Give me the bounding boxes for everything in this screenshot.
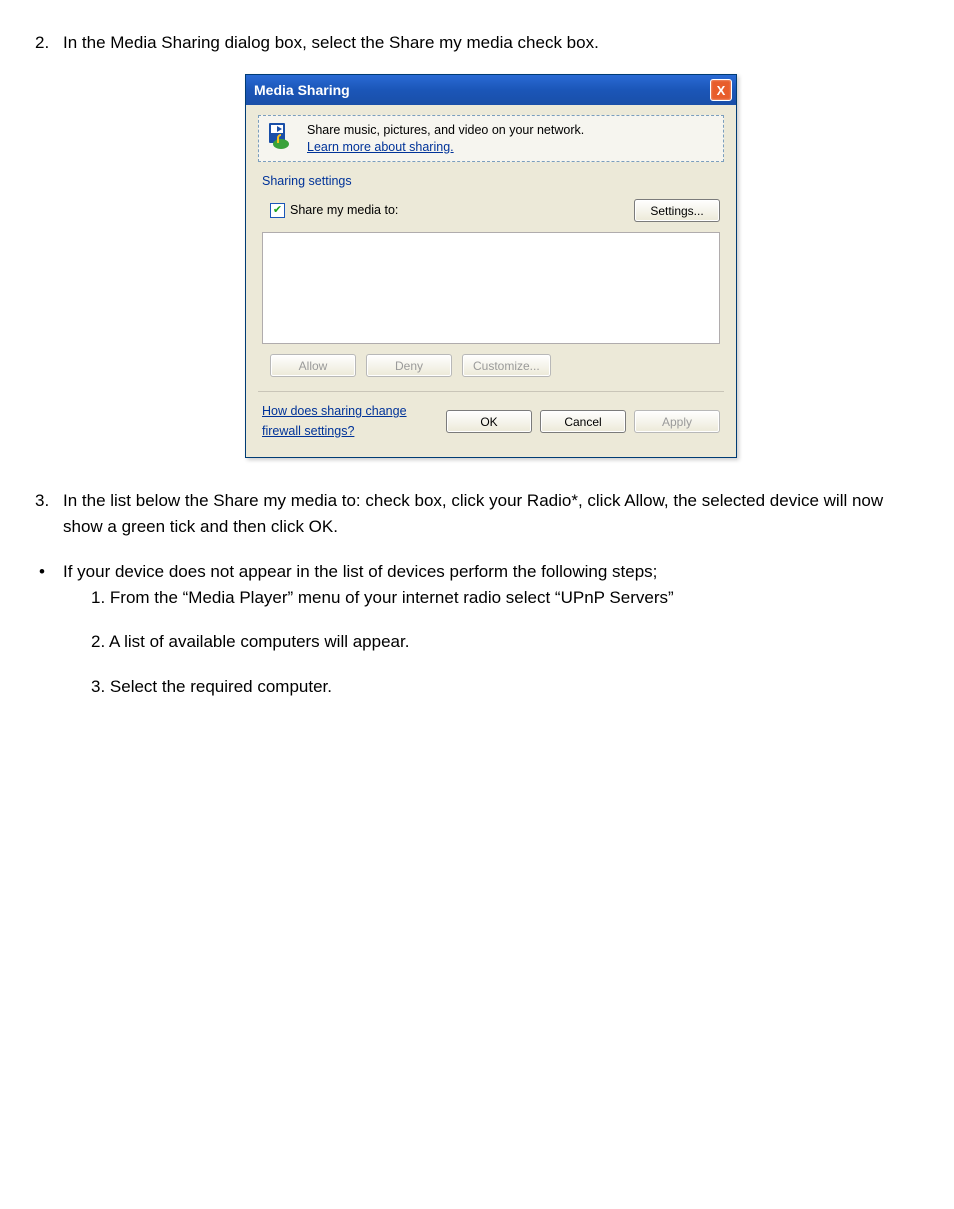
dialog-title: Media Sharing xyxy=(254,80,350,102)
dialog-screenshot: Media Sharing X xyxy=(63,74,919,458)
substep-1: 1. From the “Media Player” menu of your … xyxy=(91,585,919,611)
cancel-button[interactable]: Cancel xyxy=(540,410,626,433)
step-2-text: In the Media Sharing dialog box, select … xyxy=(63,33,599,52)
substep-3: 3. Select the required computer. xyxy=(91,674,919,700)
allow-button-label: Allow xyxy=(299,359,328,373)
apply-button[interactable]: Apply xyxy=(634,410,720,433)
substep-2: 2. A list of available computers will ap… xyxy=(91,629,919,655)
apply-button-label: Apply xyxy=(662,415,692,429)
intro-line1: Share music, pictures, and video on your… xyxy=(307,122,584,138)
ok-button[interactable]: OK xyxy=(446,410,532,433)
bullet-icon: • xyxy=(39,559,45,585)
intro-text: Share music, pictures, and video on your… xyxy=(307,122,584,155)
close-button[interactable]: X xyxy=(710,79,732,101)
close-icon: X xyxy=(717,84,726,97)
share-my-media-label: Share my media to: xyxy=(290,201,398,220)
customize-button-label: Customize... xyxy=(473,359,540,373)
document-ordered-list: 2. In the Media Sharing dialog box, sele… xyxy=(35,30,919,541)
bullet-text: If your device does not appear in the li… xyxy=(63,562,657,581)
step-3-text: In the list below the Share my media to:… xyxy=(63,491,883,536)
titlebar: Media Sharing X xyxy=(246,75,736,105)
firewall-link[interactable]: How does sharing change firewall setting… xyxy=(262,402,446,441)
settings-button[interactable]: Settings... xyxy=(634,199,720,222)
cancel-button-label: Cancel xyxy=(564,415,601,429)
sharing-settings-label: Sharing settings xyxy=(262,172,724,191)
footer-buttons: OK Cancel Apply xyxy=(446,410,720,433)
settings-button-label: Settings... xyxy=(650,204,703,218)
device-list[interactable] xyxy=(262,232,720,344)
allow-button[interactable]: Allow xyxy=(270,354,356,377)
checkbox-checked-icon: ✔ xyxy=(270,203,285,218)
share-my-media-checkbox[interactable]: ✔ Share my media to: xyxy=(270,201,398,220)
share-row: ✔ Share my media to: Settings... xyxy=(258,199,724,222)
footer-row: How does sharing change firewall setting… xyxy=(258,402,724,445)
substeps-list: 1. From the “Media Player” menu of your … xyxy=(63,585,919,700)
dialog-body: Share music, pictures, and video on your… xyxy=(246,105,736,457)
separator xyxy=(258,391,724,392)
customize-button[interactable]: Customize... xyxy=(462,354,551,377)
intro-row: Share music, pictures, and video on your… xyxy=(258,115,724,162)
bullet-item: • If your device does not appear in the … xyxy=(35,559,919,700)
library-share-icon xyxy=(267,122,297,152)
learn-more-link[interactable]: Learn more about sharing. xyxy=(307,140,454,154)
step-2: 2. In the Media Sharing dialog box, sele… xyxy=(35,30,919,458)
deny-button[interactable]: Deny xyxy=(366,354,452,377)
step-3-number: 3. xyxy=(35,488,49,514)
step-2-number: 2. xyxy=(35,30,49,56)
device-button-row: Allow Deny Customize... xyxy=(270,354,724,377)
deny-button-label: Deny xyxy=(395,359,423,373)
step-3: 3. In the list below the Share my media … xyxy=(35,488,919,541)
media-sharing-dialog: Media Sharing X xyxy=(245,74,737,458)
ok-button-label: OK xyxy=(480,415,497,429)
